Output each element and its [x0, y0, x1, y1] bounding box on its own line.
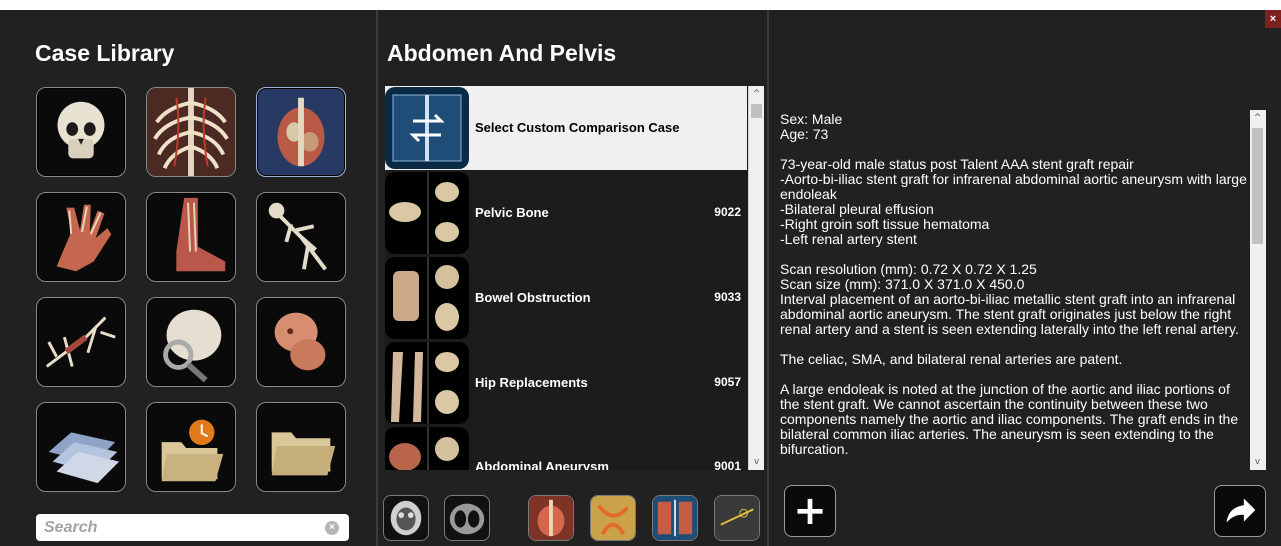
category-title: Abdomen And Pelvis: [387, 40, 617, 66]
tile-torso[interactable]: [256, 87, 346, 177]
torso-icon: [277, 97, 325, 167]
search-box: ×: [36, 514, 349, 541]
share-arrow-icon: [1226, 498, 1256, 523]
case-label: Pelvic Bone: [475, 205, 549, 220]
measurement-view-icon: [715, 496, 759, 540]
details-scrollbar[interactable]: ^ v: [1250, 110, 1266, 470]
case-id: 9033: [714, 290, 741, 304]
tile-foot[interactable]: [146, 192, 236, 282]
ribcage-icon: [147, 88, 235, 176]
case-list: Select Custom Comparison Case Pelvic Bon…: [385, 86, 750, 470]
add-case-button[interactable]: +: [784, 485, 836, 537]
case-id: 9022: [714, 205, 741, 219]
details-endoleak: A large endoleak is noted at the junctio…: [780, 381, 1239, 457]
panel-divider-right: [767, 10, 769, 546]
case-row-bowel-obstruction[interactable]: Bowel Obstruction 9033: [385, 256, 747, 340]
axial-chest-view-icon: [449, 503, 485, 535]
view-abdomen-volume-button[interactable]: [528, 495, 574, 541]
case-id: 9001: [714, 459, 741, 470]
details-demographics: Sex: Male Age: 73: [780, 112, 843, 142]
case-label: Hip Replacements: [475, 375, 588, 390]
tile-folder[interactable]: [256, 402, 346, 492]
animal-skeleton-icon: [45, 316, 116, 368]
details-scroll-up-icon[interactable]: ^: [1250, 110, 1265, 126]
case-label: Bowel Obstruction: [475, 290, 591, 305]
recent-folder-icon: [161, 419, 224, 482]
foot-icon: [176, 197, 226, 272]
close-button[interactable]: ×: [1265, 10, 1281, 28]
axial-head-view-icon: [390, 500, 422, 536]
case-row-abdominal-aneurysm[interactable]: Abdominal Aneurysm 9001: [385, 426, 747, 470]
tile-skull[interactable]: [36, 87, 126, 177]
details-arteries: The celiac, SMA, and bilateral renal art…: [780, 351, 1123, 367]
hip-thumbnail-icon: [385, 342, 469, 424]
library-title: Case Library: [35, 40, 175, 66]
panel-divider-left: [376, 10, 378, 546]
pelvis-thumbnail-icon: [385, 172, 469, 254]
case-label: Abdominal Aneurysm: [475, 459, 609, 470]
scroll-thumb[interactable]: [751, 104, 762, 118]
bowel-thumbnail-icon: [385, 257, 469, 339]
case-list-scrollbar[interactable]: ^ v: [748, 86, 764, 470]
skull-icon: [57, 101, 105, 159]
compare-icon: [385, 87, 469, 169]
compare-view-icon: [653, 496, 697, 540]
scroll-down-icon[interactable]: v: [749, 454, 764, 470]
skull-magnifier-icon: [163, 309, 222, 383]
search-input[interactable]: [36, 514, 306, 541]
tile-full-skeleton[interactable]: [256, 192, 346, 282]
full-skeleton-icon: [268, 202, 328, 271]
abdomen-volume-view-icon: [529, 496, 573, 540]
folder-icon: [271, 432, 336, 476]
share-button[interactable]: [1214, 485, 1266, 537]
tile-animal-skeleton[interactable]: [36, 297, 126, 387]
aneurysm-thumbnail-icon: [385, 427, 469, 470]
tile-skull-magnifier[interactable]: [146, 297, 236, 387]
tile-hand[interactable]: [36, 192, 126, 282]
details-scroll-thumb[interactable]: [1252, 128, 1263, 244]
details-history: 73-year-old male status post Talent AAA …: [780, 156, 1247, 247]
fetus-icon: [274, 312, 326, 371]
case-row-pelvic-bone[interactable]: Pelvic Bone 9022: [385, 171, 747, 255]
view-compare-button[interactable]: [652, 495, 698, 541]
tile-scan-sheets[interactable]: [36, 402, 126, 492]
view-measurement-button[interactable]: [714, 495, 760, 541]
scan-sheets-icon: [48, 432, 120, 484]
hand-icon: [56, 204, 112, 272]
app-window: × Case Library Search × Abdomen And Pelv…: [0, 10, 1281, 546]
details-scan-info: Scan resolution (mm): 0.72 X 0.72 X 1.25…: [780, 261, 1239, 337]
clear-search-icon[interactable]: ×: [325, 521, 339, 535]
vessel-volume-view-icon: [591, 496, 635, 540]
tile-fetus[interactable]: [256, 297, 346, 387]
tile-ribcage[interactable]: [146, 87, 236, 177]
case-details: Sex: Male Age: 73 73-year-old male statu…: [780, 112, 1248, 470]
scroll-up-icon[interactable]: ^: [749, 86, 764, 102]
view-axial-head-button[interactable]: [383, 495, 429, 541]
view-axial-chest-button[interactable]: [444, 495, 490, 541]
tile-recent-folder[interactable]: [146, 402, 236, 492]
case-row-hip-replacements[interactable]: Hip Replacements 9057: [385, 341, 747, 425]
view-vessel-volume-button[interactable]: [590, 495, 636, 541]
details-scroll-down-icon[interactable]: v: [1250, 454, 1265, 470]
case-row-custom-comparison[interactable]: Select Custom Comparison Case: [385, 86, 747, 170]
case-id: 9057: [714, 375, 741, 389]
case-label: Select Custom Comparison Case: [475, 120, 680, 135]
